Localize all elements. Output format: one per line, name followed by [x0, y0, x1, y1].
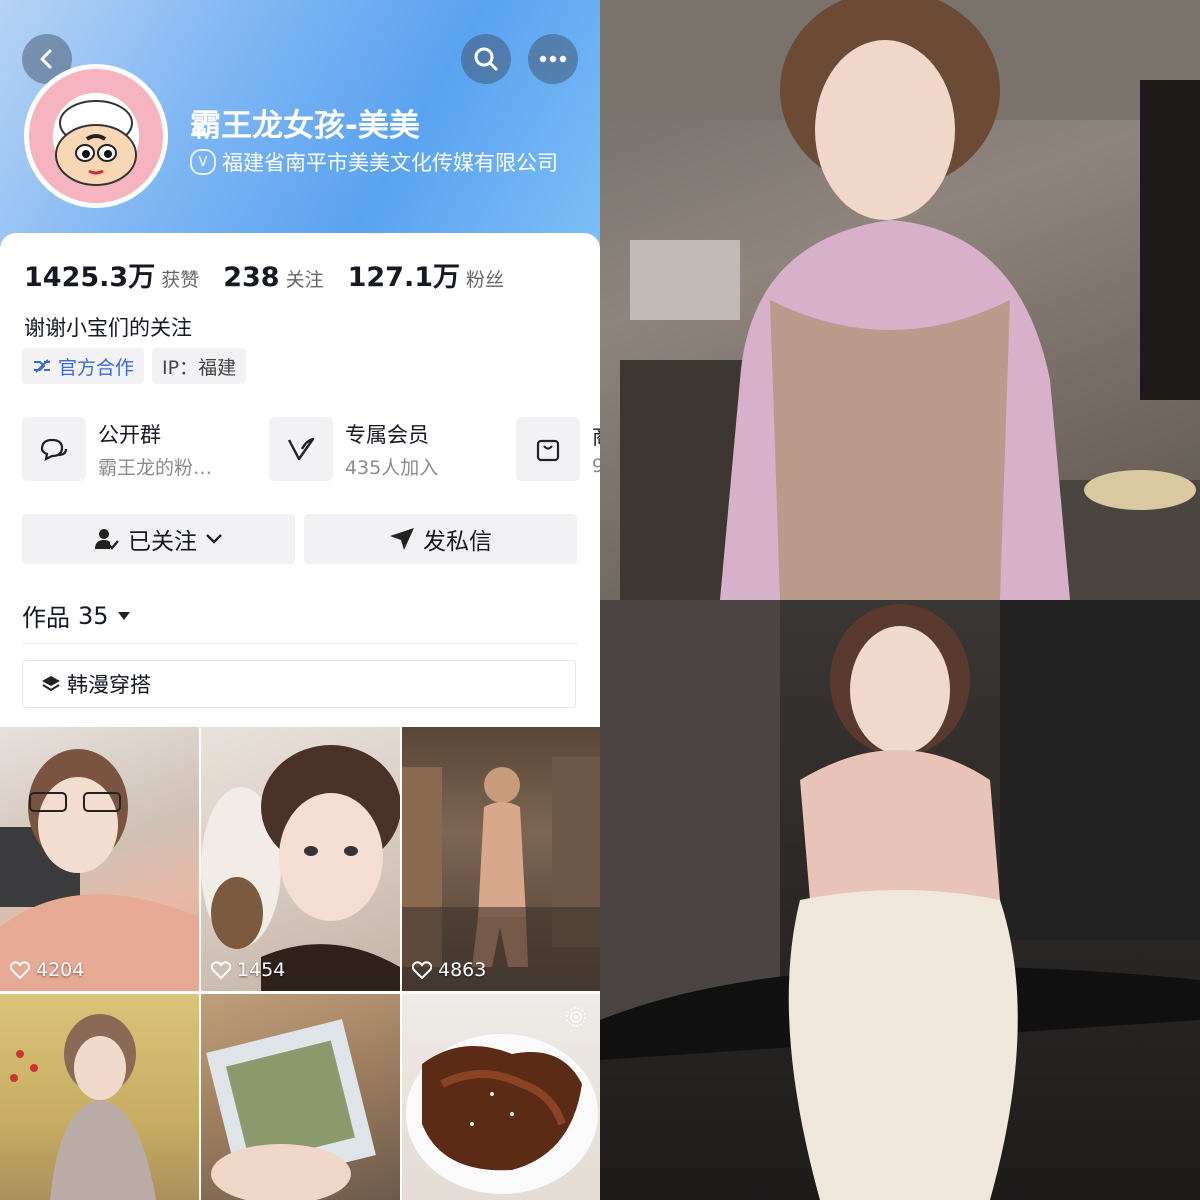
- video-thumbnail[interactable]: [402, 994, 600, 1200]
- member-v-icon: [268, 417, 333, 481]
- room-photo-image: [600, 600, 1200, 1200]
- chevron-down-icon: [206, 534, 222, 544]
- more-dots-icon: [539, 55, 567, 63]
- kitchen-photo: [600, 0, 1200, 600]
- likes-count: 4204: [36, 959, 85, 981]
- collection-label: 韩漫穿搭: [67, 673, 151, 697]
- feature-subtitle: 9: [591, 455, 600, 477]
- works-label: 作品: [22, 604, 70, 632]
- cartoon-avatar-image: [29, 69, 163, 203]
- more-button[interactable]: [528, 34, 578, 84]
- avatar[interactable]: [24, 64, 168, 208]
- feature-row: 公开群 霸王龙的粉… 专属会员 435人加入 商 9: [22, 417, 600, 481]
- followed-label: 已关注: [128, 529, 197, 555]
- feature-subtitle: 霸王龙的粉…: [98, 456, 213, 479]
- official-tag-label: 官方合作: [58, 356, 135, 379]
- heart-icon: [211, 961, 231, 979]
- profile-name: 霸王龙女孩-美美: [190, 108, 420, 144]
- feature-title: 商: [592, 421, 600, 451]
- followers-count[interactable]: 127.1万: [348, 255, 460, 294]
- feature-title: 专属会员: [344, 422, 429, 447]
- video-thumbnail[interactable]: [0, 994, 199, 1200]
- user-check-icon: [95, 529, 119, 550]
- chat-group-icon: [22, 417, 86, 481]
- feature-title: 公开群: [98, 422, 161, 447]
- followed-button[interactable]: 已关注: [22, 514, 295, 564]
- verified-org[interactable]: V 福建省南平市美美文化传媒有限公司: [190, 147, 558, 177]
- video-preview-image: [201, 745, 400, 991]
- bio-text: 谢谢小宝们的关注: [24, 316, 192, 340]
- heart-icon: [412, 961, 432, 979]
- heart-icon: [10, 961, 30, 979]
- works-tab[interactable]: 作品 35: [22, 598, 131, 633]
- video-preview-image: [206, 1019, 376, 1200]
- chevron-left-icon: [40, 49, 52, 69]
- action-buttons: 已关注 发私信: [22, 514, 577, 564]
- verified-icon: V: [190, 149, 216, 175]
- search-icon: [474, 47, 498, 71]
- feature-public-group[interactable]: 公开群 霸王龙的粉…: [22, 417, 269, 481]
- likes-badge: 4204: [10, 959, 84, 981]
- room-photo: [600, 600, 1200, 1200]
- likes-badge: 4863: [412, 959, 486, 981]
- feature-subtitle: 435人加入: [344, 456, 439, 479]
- video-grid: 4204 1454 4863: [0, 727, 600, 1200]
- layers-icon: [42, 676, 60, 692]
- official-tag[interactable]: 官方合作: [22, 348, 145, 384]
- video-preview-image: [402, 757, 600, 991]
- collection-chip[interactable]: 韩漫穿搭: [22, 660, 576, 708]
- likes-badge: 1454: [211, 959, 285, 981]
- likes-count: 1425.3万: [24, 262, 156, 293]
- following-count[interactable]: 238: [223, 262, 279, 293]
- video-thumbnail[interactable]: 4863: [402, 727, 600, 991]
- likes-label: 获赞: [161, 269, 200, 291]
- feature-shop[interactable]: 商 9: [515, 417, 600, 481]
- message-label: 发私信: [423, 529, 492, 555]
- ip-tag: IP：福建: [152, 348, 247, 384]
- verified-org-label: 福建省南平市美美文化传媒有限公司: [222, 151, 558, 175]
- following-label[interactable]: 关注: [286, 265, 324, 292]
- send-icon: [390, 528, 414, 550]
- message-button[interactable]: 发私信: [304, 514, 577, 564]
- followers-label[interactable]: 粉丝: [466, 265, 504, 292]
- profile-header: 霸王龙女孩-美美 V 福建省南平市美美文化传媒有限公司: [0, 0, 600, 260]
- video-preview-image: [0, 749, 199, 991]
- caret-down-icon: [117, 611, 130, 620]
- video-thumbnail[interactable]: 4204: [0, 727, 199, 991]
- tags-row: 官方合作 IP：福建: [22, 348, 247, 384]
- search-button[interactable]: [461, 34, 511, 84]
- video-thumbnail[interactable]: 1454: [201, 727, 400, 991]
- likes-count: 1454: [237, 959, 286, 981]
- live-photo-icon: [566, 1007, 586, 1027]
- video-preview-image: [10, 1014, 156, 1200]
- divider: [22, 643, 578, 644]
- shop-bag-icon: [515, 417, 580, 481]
- profile-panel: 霸王龙女孩-美美 V 福建省南平市美美文化传媒有限公司 1425.3万 获赞 2…: [0, 0, 600, 1200]
- handshake-icon: [34, 359, 50, 373]
- works-count: 35: [78, 601, 109, 630]
- feature-member[interactable]: 专属会员 435人加入: [268, 417, 516, 481]
- stats-row: 1425.3万 获赞 238 关注 127.1万 粉丝: [24, 255, 528, 294]
- likes-count: 4863: [438, 959, 487, 981]
- kitchen-photo-image: [600, 0, 1200, 600]
- video-thumbnail[interactable]: [201, 994, 400, 1200]
